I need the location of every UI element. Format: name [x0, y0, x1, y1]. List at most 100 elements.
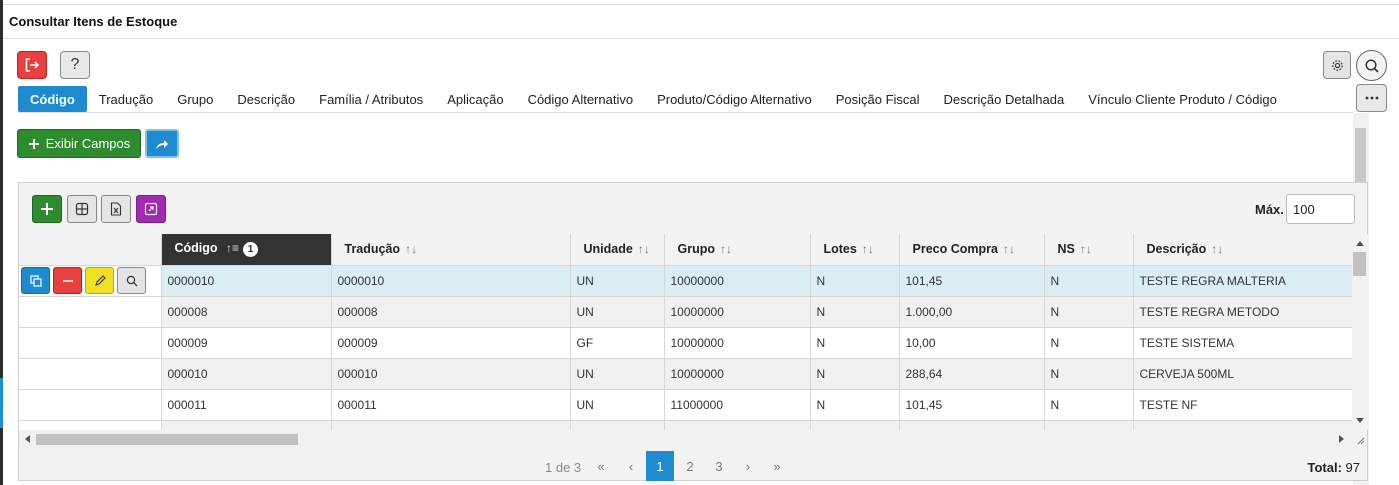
cell-preco-compra: 101,45 [899, 389, 1045, 421]
column-header-grupo[interactable]: Grupo ↑↓ [664, 234, 811, 266]
tab-descricao[interactable]: Descrição [225, 86, 307, 112]
share-button[interactable] [145, 129, 179, 158]
cell-unidade: UN [570, 296, 665, 328]
copy-row-button[interactable] [21, 267, 50, 294]
tab-familia-atributos[interactable]: Família / Atributos [307, 86, 435, 112]
cell-unidade: GF [570, 327, 665, 359]
column-header-preco-compra[interactable]: Preco Compra ↑↓ [899, 234, 1045, 266]
column-header-ns[interactable]: NS ↑↓ [1044, 234, 1134, 266]
view-row-button[interactable] [117, 267, 146, 294]
tab-descricao-detalhada[interactable]: Descrição Detalhada [932, 86, 1077, 112]
tab-codigo[interactable]: Código [18, 86, 87, 112]
cell-codigo: 000009 [161, 327, 332, 359]
table-row[interactable]: 000009 000009 GF 10000000 N 10,00 N TEST… [19, 327, 1352, 359]
search-tabs: Código Tradução Grupo Descrição Família … [18, 86, 1289, 112]
next-page-button[interactable]: › [734, 451, 762, 481]
row-actions [19, 327, 162, 359]
table-row[interactable]: 0000010 0000010 UN 10000000 N 101,45 N T… [19, 265, 1352, 297]
grid-vertical-scrollbar[interactable] [1352, 234, 1368, 430]
cell-descricao: TESTE REGRA METODO [1133, 296, 1352, 328]
tab-grupo[interactable]: Grupo [165, 86, 225, 112]
grid-horizontal-scrollbar-thumb[interactable] [36, 434, 298, 445]
exit-icon [25, 58, 40, 72]
cell-traducao: 000010 [331, 358, 571, 390]
sort-order-badge: 1 [243, 242, 259, 258]
items-table: Código ↑≡ 1 Tradução ↑↓ Unidade ↑↓ Grupo ↑↓ … [19, 234, 1352, 430]
cell-lotes: N [810, 389, 900, 421]
more-icon [1365, 96, 1378, 100]
total-count: Total: 97 [1307, 460, 1360, 475]
plus-icon [41, 203, 53, 215]
help-icon: ? [70, 56, 80, 73]
column-header-lotes[interactable]: Lotes ↑↓ [810, 234, 900, 266]
row-actions [19, 389, 162, 421]
cell-grupo: 10000000 [664, 327, 811, 359]
more-options-button[interactable] [1356, 84, 1387, 112]
cell-codigo: 000010 [161, 358, 332, 390]
settings-button[interactable] [1323, 51, 1351, 79]
export-excel-button[interactable] [101, 195, 131, 223]
expand-button[interactable] [136, 195, 166, 223]
layout-button[interactable] [67, 195, 97, 223]
table-header-row: Código ↑≡ 1 Tradução ↑↓ Unidade ↑↓ Grupo ↑↓ … [19, 234, 1352, 266]
first-page-button[interactable]: « [587, 451, 615, 481]
total-label: Total: [1307, 460, 1342, 475]
grid-vertical-scrollbar-thumb[interactable] [1353, 252, 1366, 276]
tab-posicao-fiscal[interactable]: Posição Fiscal [824, 86, 932, 112]
prev-page-button[interactable]: ‹ [617, 451, 645, 481]
resize-grip-icon[interactable] [1355, 435, 1365, 445]
add-row-button[interactable] [32, 195, 62, 223]
tab-produto-codigo-alternativo[interactable]: Produto/Código Alternativo [645, 86, 824, 112]
cell-codigo: 0000010 [161, 265, 332, 297]
scroll-down-icon[interactable] [1356, 418, 1364, 424]
help-button[interactable]: ? [60, 51, 90, 79]
tab-vinculo-cliente-produto[interactable]: Vínculo Cliente Produto / Código [1076, 86, 1289, 112]
max-input[interactable] [1286, 194, 1355, 224]
scroll-left-icon[interactable] [24, 435, 30, 443]
search-button[interactable] [1356, 50, 1387, 81]
sort-icon: ↑↓ [861, 242, 874, 257]
scroll-right-icon[interactable] [1339, 435, 1345, 443]
table-row[interactable] [19, 420, 1352, 430]
cell-grupo: 10000000 [664, 296, 811, 328]
column-header-descricao[interactable]: Descrição ↑↓ [1133, 234, 1352, 266]
table-row[interactable]: 000010 000010 UN 10000000 N 288,64 N CER… [19, 358, 1352, 390]
cell-traducao: 000011 [331, 389, 571, 421]
column-header-unidade[interactable]: Unidade ↑↓ [570, 234, 665, 266]
table-row[interactable]: 000008 000008 UN 10000000 N 1.000,00 N T… [19, 296, 1352, 328]
sort-icon: ↑↓ [1211, 242, 1224, 257]
row-actions [19, 358, 162, 390]
table-row[interactable]: 000011 000011 UN 11000000 N 101,45 N TES… [19, 389, 1352, 421]
sort-icon: ↑↓ [1002, 242, 1015, 257]
page-2-button[interactable]: 2 [676, 451, 704, 481]
cell-codigo: 000008 [161, 296, 332, 328]
cell-descricao: TESTE SISTEMA [1133, 327, 1352, 359]
sort-icon: ↑↓ [720, 242, 732, 257]
expand-icon [144, 202, 158, 216]
tab-codigo-alternativo[interactable]: Código Alternativo [516, 86, 646, 112]
page-3-button[interactable]: 3 [705, 451, 733, 481]
cell-unidade: UN [570, 265, 665, 297]
cell-ns: N [1044, 389, 1134, 421]
cell-descricao: TESTE NF [1133, 389, 1352, 421]
cell-ns: N [1044, 358, 1134, 390]
sort-icon: ↑↓ [1079, 242, 1092, 257]
row-actions [19, 265, 162, 297]
exibir-campos-button[interactable]: Exibir Campos [17, 129, 141, 158]
cell-grupo: 10000000 [664, 358, 811, 390]
column-header-traducao[interactable]: Tradução ↑↓ [331, 234, 571, 266]
tab-aplicacao[interactable]: Aplicação [435, 86, 515, 112]
tab-traducao[interactable]: Tradução [87, 86, 165, 112]
edit-row-button[interactable] [85, 267, 114, 294]
grid-horizontal-scrollbar[interactable] [19, 431, 1352, 447]
grid-panel: Máx. Código ↑≡1 Tradução↑↓ Unidade↑↓ Gru… [18, 182, 1368, 481]
window-title: Consultar Itens de Estoque [9, 14, 178, 29]
last-page-button[interactable]: » [763, 451, 791, 481]
pencil-icon [94, 274, 106, 286]
column-header-codigo[interactable]: Código ↑≡ 1 [161, 234, 332, 266]
delete-row-button[interactable] [53, 267, 82, 294]
cell-lotes: N [810, 327, 900, 359]
exit-button[interactable] [17, 51, 47, 79]
page-1-button[interactable]: 1 [646, 451, 674, 481]
scroll-up-icon[interactable] [1356, 240, 1364, 246]
